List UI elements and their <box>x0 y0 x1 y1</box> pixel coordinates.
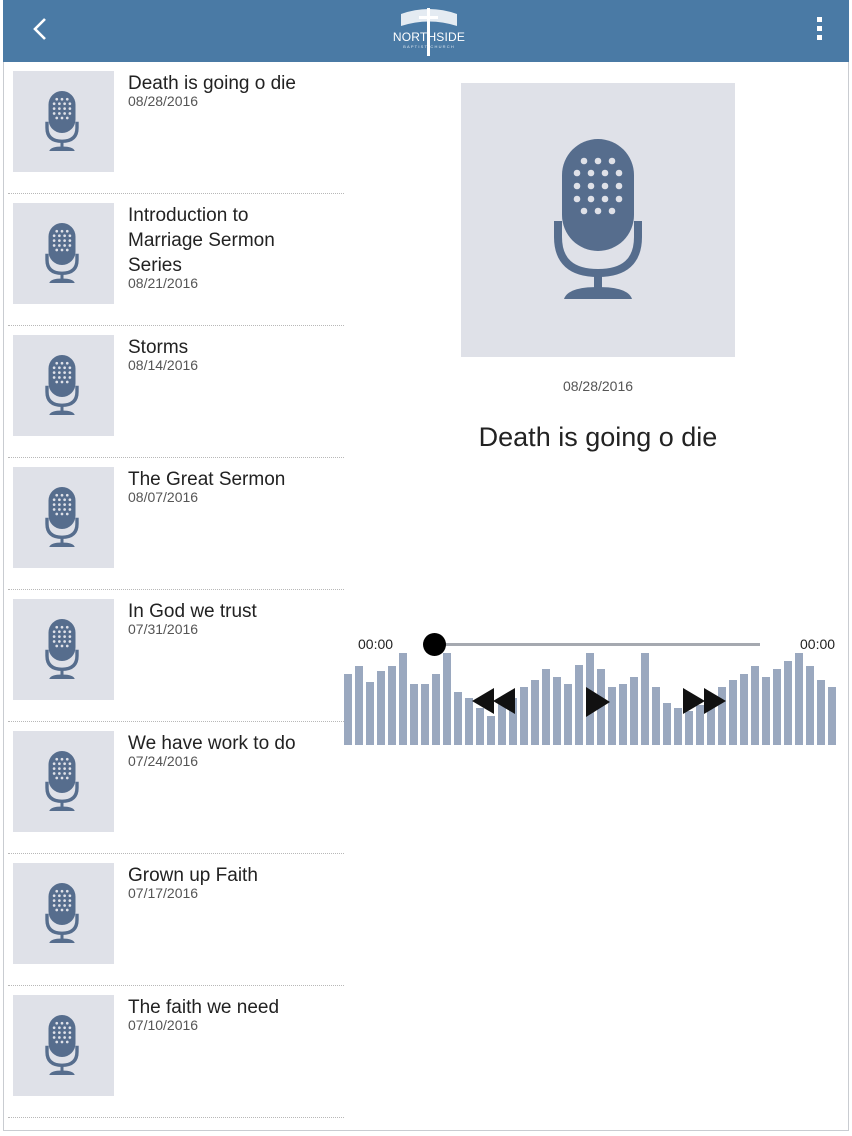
sermon-list-date: 08/07/2016 <box>128 489 199 505</box>
logo-subtext: BAPTIST CHURCH <box>403 44 455 49</box>
microphone-icon <box>45 487 79 547</box>
waveform-bar <box>432 674 440 745</box>
church-logo: NORTHSIDE BAPTIST CHURCH <box>389 6 469 58</box>
sermon-list-item[interactable]: Grown up Faith 07/17/2016 <box>8 854 344 986</box>
waveform-bar <box>828 687 836 745</box>
waveform-bar <box>355 666 363 745</box>
sermon-thumbnail <box>13 203 114 304</box>
microphone-icon <box>45 619 79 679</box>
chevron-left-icon[interactable] <box>25 12 59 46</box>
waveform-bar <box>553 677 561 745</box>
waveform-bar <box>377 671 385 745</box>
sermon-list-date: 07/31/2016 <box>128 621 199 637</box>
waveform-bar <box>410 684 418 745</box>
microphone-icon <box>45 1015 79 1075</box>
duration-time: 00:00 <box>800 636 836 652</box>
microphone-icon <box>45 883 79 943</box>
waveform-bar <box>366 682 374 745</box>
play-icon[interactable] <box>585 686 611 718</box>
seek-bar[interactable] <box>434 643 760 646</box>
sermon-list-item[interactable]: In God we trust 07/31/2016 <box>8 590 344 722</box>
waveform-bar <box>652 687 660 745</box>
sermon-list-date: 07/10/2016 <box>128 1017 199 1033</box>
waveform-bar <box>762 677 770 745</box>
sermon-thumbnail <box>13 467 114 568</box>
microphone-icon <box>45 223 79 283</box>
logo-text: NORTHSIDE <box>392 30 466 44</box>
microphone-icon <box>45 91 79 151</box>
waveform-bar <box>388 666 396 745</box>
waveform-bar <box>399 653 407 745</box>
waveform-bar <box>421 684 429 745</box>
waveform-bar <box>520 687 528 745</box>
waveform-bar <box>487 716 495 745</box>
sermon-list-date: 08/21/2016 <box>128 275 199 291</box>
sermon-thumbnail <box>13 731 114 832</box>
waveform-bar <box>630 677 638 745</box>
sermon-artwork <box>461 83 735 357</box>
sermon-list-item[interactable]: We have work to do 07/24/2016 <box>8 722 344 854</box>
waveform-bar <box>344 674 352 745</box>
elapsed-time: 00:00 <box>358 636 394 652</box>
more-vertical-icon[interactable] <box>809 14 829 44</box>
waveform-bar <box>575 665 583 745</box>
waveform-bar <box>531 680 539 745</box>
sermon-date: 08/28/2016 <box>562 378 634 394</box>
top-bar: NORTHSIDE BAPTIST CHURCH <box>3 0 849 62</box>
sermon-list-item[interactable]: Death is going o die 08/28/2016 <box>8 62 344 194</box>
seek-knob[interactable] <box>423 633 446 656</box>
waveform-bar <box>641 653 649 745</box>
fast-forward-icon[interactable] <box>682 686 726 716</box>
waveform-bar <box>454 692 462 745</box>
sermon-list-date: 08/14/2016 <box>128 357 199 373</box>
waveform-bar <box>751 666 759 745</box>
sermon-list-item[interactable]: The Great Sermon 08/07/2016 <box>8 458 344 590</box>
microphone-icon <box>45 751 79 811</box>
microphone-icon <box>45 355 79 415</box>
waveform-bar <box>685 711 693 745</box>
sermon-title: Death is going o die <box>478 422 718 452</box>
waveform-bar <box>443 653 451 745</box>
waveform-bar <box>663 703 671 745</box>
waveform-bar <box>784 661 792 745</box>
sermon-list-date: 08/28/2016 <box>128 93 199 109</box>
sermon-list-item[interactable]: Storms 08/14/2016 <box>8 326 344 458</box>
waveform-bar <box>740 674 748 745</box>
sermon-thumbnail <box>13 335 114 436</box>
microphone-icon <box>554 139 642 299</box>
sermon-thumbnail <box>13 863 114 964</box>
waveform-bar <box>806 666 814 745</box>
sermon-thumbnail <box>13 995 114 1096</box>
waveform-bar <box>773 669 781 745</box>
rewind-icon[interactable] <box>472 686 516 716</box>
waveform-bar <box>817 680 825 745</box>
sermon-list: Death is going o die 08/28/2016 Introducti… <box>8 62 344 1118</box>
sermon-thumbnail <box>13 71 114 172</box>
sermon-thumbnail <box>13 599 114 700</box>
sermon-list-date: 07/17/2016 <box>128 885 199 901</box>
sermon-list-item[interactable]: Introduction to Marriage Sermon Series 08… <box>8 194 344 326</box>
sermon-list-item[interactable]: The faith we need 07/10/2016 <box>8 986 344 1118</box>
waveform-bar <box>674 708 682 745</box>
waveform-bar <box>619 684 627 745</box>
waveform-bar <box>542 669 550 745</box>
sermon-list-date: 07/24/2016 <box>128 753 199 769</box>
waveform-bar <box>795 653 803 745</box>
waveform-bar <box>564 684 572 745</box>
waveform-bar <box>729 680 737 745</box>
sermon-list-title: Introduction to Marriage Sermon Series <box>128 205 275 276</box>
